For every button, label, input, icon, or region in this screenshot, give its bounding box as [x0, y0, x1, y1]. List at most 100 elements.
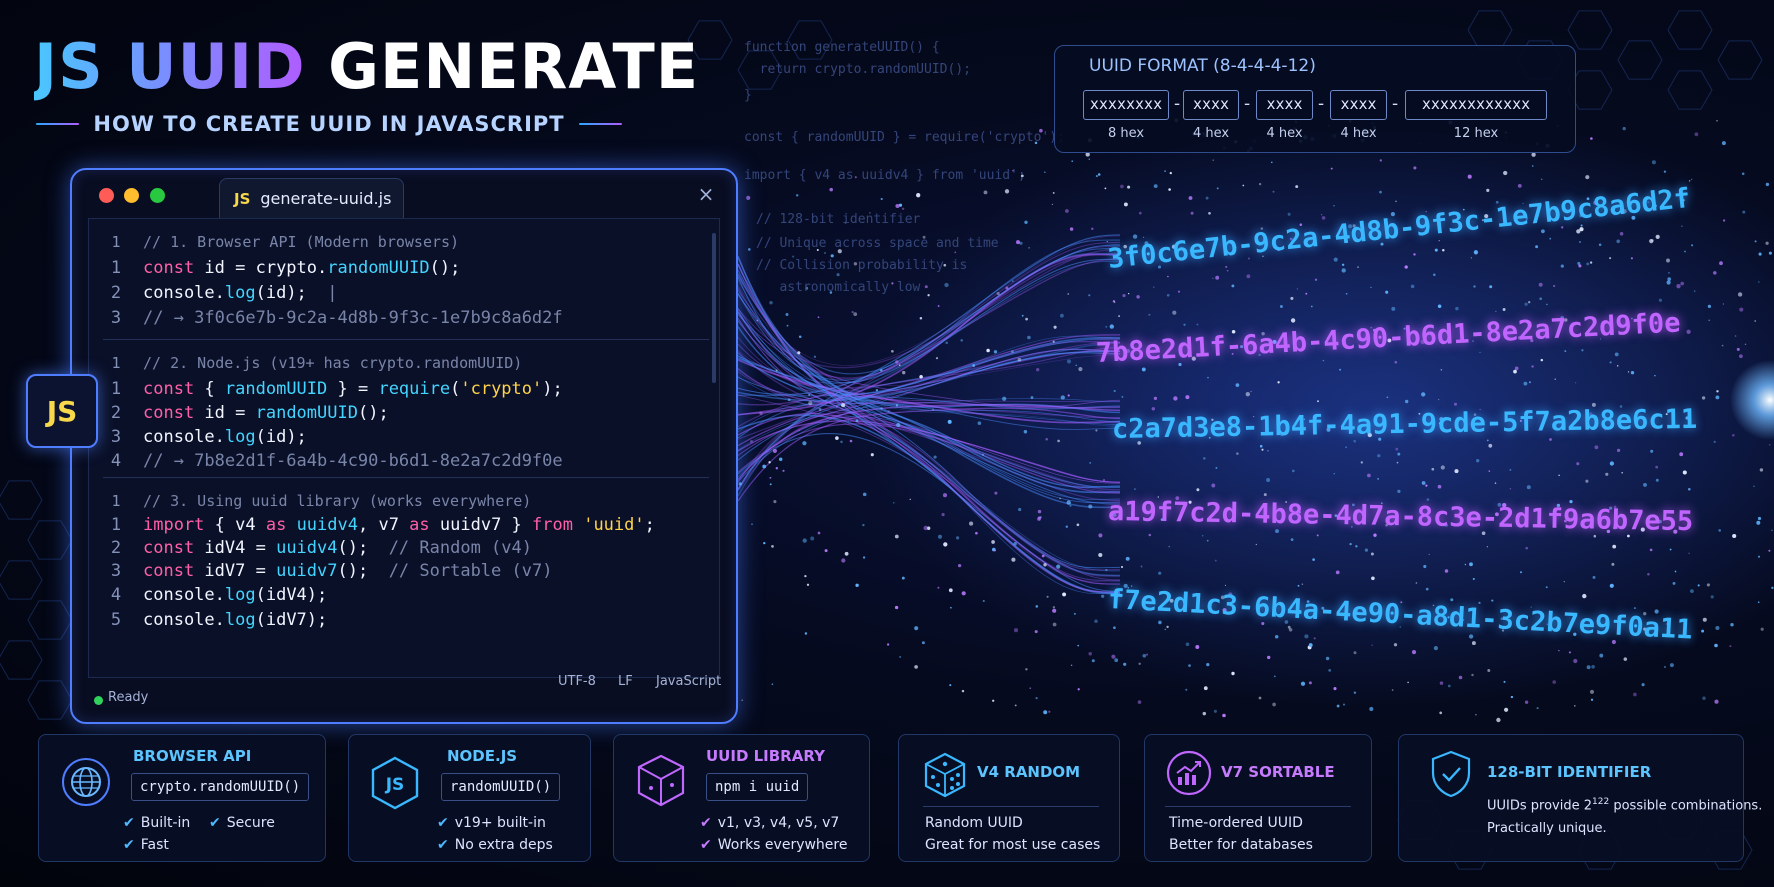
- particle-dot: [1590, 137, 1593, 140]
- particle-dot: [1444, 569, 1449, 573]
- status-language[interactable]: JavaScript: [656, 674, 721, 689]
- editor-scrollbar[interactable]: [712, 233, 716, 383]
- code-token: console.: [143, 610, 225, 630]
- particle-dot: [1114, 658, 1119, 663]
- subtitle-rule-left: [36, 123, 80, 125]
- minimize-window-button[interactable]: [124, 188, 139, 203]
- particle-dot: [1742, 210, 1746, 214]
- particle-dot: [759, 411, 763, 416]
- particle-dot: [1037, 509, 1042, 514]
- card-128-bit: 128-BIT IDENTIFIER UUIDs provide 2122 po…: [1398, 734, 1762, 862]
- particle-dot: [916, 193, 921, 198]
- particle-dot: [1320, 214, 1323, 216]
- file-tab[interactable]: JS generate-uuid.js: [219, 178, 404, 218]
- status-eol[interactable]: LF: [618, 674, 633, 689]
- code-token: from: [532, 515, 584, 535]
- particle-dot: [1491, 599, 1494, 602]
- particle-dot: [1469, 562, 1473, 567]
- particle-dot: [1431, 467, 1435, 471]
- particle-dot: [1250, 390, 1252, 393]
- card-title: 128-BIT IDENTIFIER: [1487, 763, 1652, 781]
- particle-dot: [1753, 485, 1755, 487]
- status-encoding[interactable]: UTF-8: [558, 674, 596, 689]
- particle-dot: [1364, 548, 1369, 552]
- globe-icon: [62, 758, 110, 806]
- particle-dot: [1715, 625, 1720, 631]
- particle-dot: [1407, 681, 1409, 684]
- particle-dot: [1558, 474, 1560, 477]
- particle-dot: [795, 194, 799, 197]
- particle-dot: [1041, 554, 1045, 558]
- code-line: 3 const idV7 = uuidv7(); // Sortable (v7): [89, 558, 553, 584]
- code-line: 3 console.log(id);: [89, 424, 307, 450]
- particle-dot: [1052, 340, 1055, 343]
- particle-dot: [1473, 285, 1476, 288]
- particle-dot: [1650, 449, 1654, 453]
- close-window-button[interactable]: [99, 188, 114, 203]
- particle-dot: [1370, 552, 1374, 556]
- code-token: const: [143, 379, 205, 399]
- particle-dot: [1211, 483, 1216, 488]
- particle-dot: [741, 699, 744, 702]
- particle-dot: [1231, 284, 1235, 288]
- particle-dot: [1048, 710, 1051, 713]
- code-token: (id);: [255, 427, 307, 447]
- particle-dot: [1308, 681, 1312, 685]
- particle-dot: [886, 643, 890, 646]
- particle-dot: [1027, 335, 1031, 340]
- code-editor-window: JS generate-uuid.js × 1 // 1. Browser API…: [70, 168, 738, 724]
- particle-dot: [1196, 488, 1200, 492]
- particle-dot: [1495, 310, 1497, 313]
- maximize-window-button[interactable]: [150, 188, 165, 203]
- particle-dot: [1721, 344, 1724, 347]
- card-item: ✔ Works everywhere: [700, 837, 848, 853]
- particle-dot: [1754, 240, 1757, 243]
- particle-dot: [993, 350, 998, 354]
- particle-dot: [1014, 704, 1017, 707]
- particle-dot: [1088, 158, 1091, 160]
- particle-dot: [1367, 473, 1371, 478]
- particle-dot: [1333, 257, 1338, 262]
- hex-grid-cell: [27, 680, 73, 720]
- particle-dot: [847, 420, 850, 422]
- particle-dot: [778, 457, 783, 462]
- particle-dot: [1077, 688, 1080, 691]
- particle-dot: [1757, 516, 1762, 521]
- particle-dot: [1702, 696, 1706, 700]
- particle-dot: [1242, 184, 1245, 187]
- particle-dot: [1133, 488, 1136, 491]
- particle-dot: [1385, 290, 1389, 294]
- particle-dot: [1633, 692, 1637, 697]
- particle-dot: [1413, 253, 1416, 256]
- close-tab-icon[interactable]: ×: [696, 184, 716, 204]
- particle-dot: [1467, 174, 1472, 179]
- particle-dot: [937, 305, 940, 307]
- particle-dot: [785, 313, 789, 316]
- particle-dot: [1621, 471, 1623, 474]
- particle-dot: [1643, 482, 1647, 487]
- particle-dot: [1713, 440, 1716, 444]
- particle-dot: [1609, 257, 1612, 260]
- particle-dot: [1554, 378, 1556, 380]
- particle-dot: [1473, 250, 1479, 255]
- code-token: id =: [204, 403, 256, 423]
- hex-grid-cell: [27, 600, 73, 640]
- code-area[interactable]: 1// 1. Browser API (Modern browsers) 1 con…: [88, 218, 720, 678]
- particle-dot: [1496, 717, 1501, 723]
- particle-dot: [1718, 529, 1721, 532]
- particle-dot: [1148, 313, 1151, 316]
- particle-dot: [1494, 482, 1497, 484]
- particle-dot: [1681, 225, 1683, 228]
- particle-dot: [1259, 444, 1263, 448]
- particle-dot: [1768, 443, 1771, 446]
- particle-dot: [901, 370, 906, 375]
- particle-dot: [1069, 227, 1074, 231]
- particle-dot: [1270, 161, 1273, 164]
- particle-dot: [1391, 689, 1394, 691]
- code-token: ();: [337, 561, 389, 581]
- card-title: V7 SORTABLE: [1221, 763, 1335, 781]
- particle-dot: [855, 419, 859, 423]
- particle-dot: [1502, 308, 1506, 311]
- particle-dot: [1231, 671, 1235, 676]
- check-icon: ✔: [123, 837, 135, 853]
